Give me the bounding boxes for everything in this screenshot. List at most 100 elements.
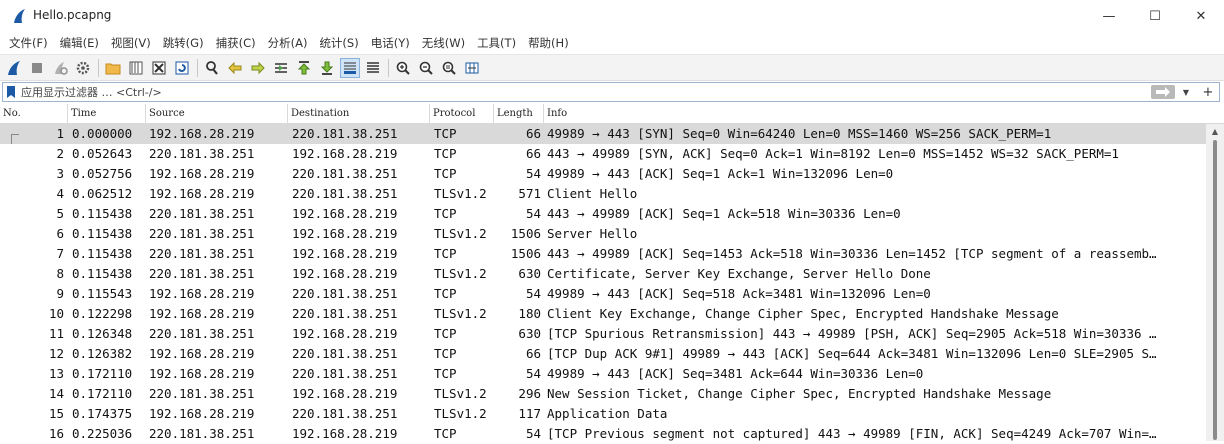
filter-bookmark-icon[interactable] [6, 85, 16, 99]
apply-filter-button[interactable] [1151, 85, 1175, 99]
normal-size-icon[interactable] [439, 58, 459, 78]
packet-source: 192.168.28.219 [149, 406, 255, 421]
table-row[interactable]: 11 0.126348 220.181.38.251 192.168.28.219 TC… [0, 324, 1206, 344]
close-file-icon[interactable] [149, 58, 169, 78]
table-row[interactable]: 8 0.115438 220.181.38.251 192.168.28.219 TLS… [0, 264, 1206, 284]
packet-destination: 192.168.28.219 [292, 226, 398, 241]
table-row[interactable]: 5 0.115438 220.181.38.251 192.168.28.219 TCP… [0, 204, 1206, 224]
menu-statistics[interactable]: 统计(S) [314, 35, 363, 51]
table-row[interactable]: 16 0.225036 220.181.38.251 192.168.28.219 TC… [0, 424, 1206, 444]
table-row[interactable]: 9 0.115543 192.168.28.219 220.181.38.251 TCP… [0, 284, 1206, 304]
minimize-button[interactable]: — [1086, 0, 1132, 32]
packet-destination: 192.168.28.219 [292, 426, 398, 441]
packet-length: 1506 [510, 246, 541, 261]
go-to-packet-icon[interactable] [271, 58, 291, 78]
packet-source: 192.168.28.219 [149, 346, 255, 361]
packet-length: 630 [518, 326, 541, 341]
menu-analyze[interactable]: 分析(A) [263, 35, 313, 51]
column-header-destination[interactable]: Destination [288, 104, 430, 124]
packet-number: 4 [56, 186, 64, 201]
packet-info: 49989 → 443 [ACK] Seq=1 Ack=1 Win=132096… [547, 166, 894, 181]
autoscroll-icon[interactable] [340, 57, 360, 78]
table-row[interactable]: 15 0.174375 192.168.28.219 220.181.38.251 TL… [0, 404, 1206, 424]
reload-file-icon[interactable] [172, 58, 192, 78]
vertical-scrollbar[interactable]: ▲ [1206, 124, 1224, 441]
menu-view[interactable]: 视图(V) [106, 35, 156, 51]
packet-destination: 220.181.38.251 [292, 166, 398, 181]
go-back-icon[interactable] [225, 58, 245, 78]
save-file-icon[interactable] [126, 58, 146, 78]
packet-destination: 192.168.28.219 [292, 386, 398, 401]
packet-protocol: TLSv1.2 [434, 406, 487, 421]
menu-capture[interactable]: 捕获(C) [211, 35, 261, 51]
table-row[interactable]: 3 0.052756 192.168.28.219 220.181.38.251 TCP… [0, 164, 1206, 184]
resize-columns-icon[interactable] [462, 58, 482, 78]
title-bar: Hello.pcapng — ☐ ✕ [0, 0, 1224, 32]
packet-info: New Session Ticket, Change Cipher Spec, … [547, 386, 1052, 401]
packet-number: 6 [56, 226, 64, 241]
scroll-up-icon[interactable]: ▲ [1206, 124, 1224, 138]
packet-time: 0.052756 [72, 166, 133, 181]
packet-source: 220.181.38.251 [149, 246, 255, 261]
last-packet-icon[interactable] [317, 58, 337, 78]
packet-length: 296 [518, 386, 541, 401]
table-row[interactable]: 2 0.052643 220.181.38.251 192.168.28.219 TCP… [0, 144, 1206, 164]
packet-time: 0.126348 [72, 326, 133, 341]
start-capture-icon[interactable] [4, 58, 24, 78]
scrollbar-thumb[interactable] [1213, 140, 1217, 440]
packet-source: 220.181.38.251 [149, 326, 255, 341]
restart-capture-icon[interactable] [50, 58, 70, 78]
open-file-icon[interactable] [103, 58, 123, 78]
packet-source: 192.168.28.219 [149, 306, 255, 321]
capture-options-icon[interactable] [73, 58, 93, 78]
maximize-button[interactable]: ☐ [1132, 0, 1178, 32]
packet-source: 192.168.28.219 [149, 286, 255, 301]
table-row[interactable]: 12 0.126382 192.168.28.219 220.181.38.251 TC… [0, 344, 1206, 364]
packet-number: 13 [48, 366, 64, 381]
packet-info: Application Data [547, 406, 668, 421]
table-row[interactable]: 1 0.000000 192.168.28.219 220.181.38.251 TCP… [0, 124, 1206, 144]
packet-length: 54 [525, 366, 541, 381]
find-packet-icon[interactable] [202, 58, 222, 78]
zoom-out-icon[interactable] [416, 58, 436, 78]
go-forward-icon[interactable] [248, 58, 268, 78]
menu-go[interactable]: 跳转(G) [158, 35, 209, 51]
table-row[interactable]: 14 0.172110 220.181.38.251 192.168.28.219 TL… [0, 384, 1206, 404]
packet-info: [TCP Previous segment not captured] 443 … [547, 426, 1157, 441]
menu-help[interactable]: 帮助(H) [523, 35, 574, 51]
packet-source: 220.181.38.251 [149, 146, 255, 161]
packet-number: 1 [56, 126, 64, 141]
add-filter-button-icon[interactable]: + [1199, 83, 1217, 101]
column-header-no[interactable]: No. [0, 104, 68, 124]
packet-protocol: TCP [434, 126, 457, 141]
packet-time: 0.115438 [72, 246, 133, 261]
column-header-protocol[interactable]: Protocol [430, 104, 494, 124]
menu-telephony[interactable]: 电话(Y) [366, 35, 415, 51]
packet-info: [TCP Dup ACK 9#1] 49989 → 443 [ACK] Seq=… [547, 346, 1157, 361]
packet-time: 0.225036 [72, 426, 133, 441]
menu-tools[interactable]: 工具(T) [472, 35, 521, 51]
first-packet-icon[interactable] [294, 58, 314, 78]
menu-file[interactable]: 文件(F) [4, 35, 53, 51]
display-filter-bar: ▼ + [2, 82, 1220, 102]
table-row[interactable]: 13 0.172110 192.168.28.219 220.181.38.251 TC… [0, 364, 1206, 384]
stop-capture-icon[interactable] [27, 58, 47, 78]
column-header-source[interactable]: Source [146, 104, 288, 124]
packet-time: 0.174375 [72, 406, 133, 421]
table-row[interactable]: 10 0.122298 192.168.28.219 220.181.38.251 TL… [0, 304, 1206, 324]
table-row[interactable]: 4 0.062512 192.168.28.219 220.181.38.251 TLS… [0, 184, 1206, 204]
column-header-info[interactable]: Info [544, 104, 1206, 124]
column-header-length[interactable]: Length [494, 104, 544, 124]
table-row[interactable]: 6 0.115438 220.181.38.251 192.168.28.219 TLS… [0, 224, 1206, 244]
colorize-icon[interactable] [363, 58, 383, 78]
column-header-time[interactable]: Time [68, 104, 146, 124]
zoom-in-icon[interactable] [393, 58, 413, 78]
filter-history-dropdown-icon[interactable]: ▼ [1179, 84, 1193, 100]
toolbar-separator [197, 58, 198, 77]
display-filter-input[interactable] [21, 83, 1121, 101]
packet-time: 0.115438 [72, 226, 133, 241]
menu-wireless[interactable]: 无线(W) [417, 35, 470, 51]
close-button[interactable]: ✕ [1178, 0, 1224, 32]
menu-edit[interactable]: 编辑(E) [55, 35, 104, 51]
table-row[interactable]: 7 0.115438 220.181.38.251 192.168.28.219 TCP… [0, 244, 1206, 264]
